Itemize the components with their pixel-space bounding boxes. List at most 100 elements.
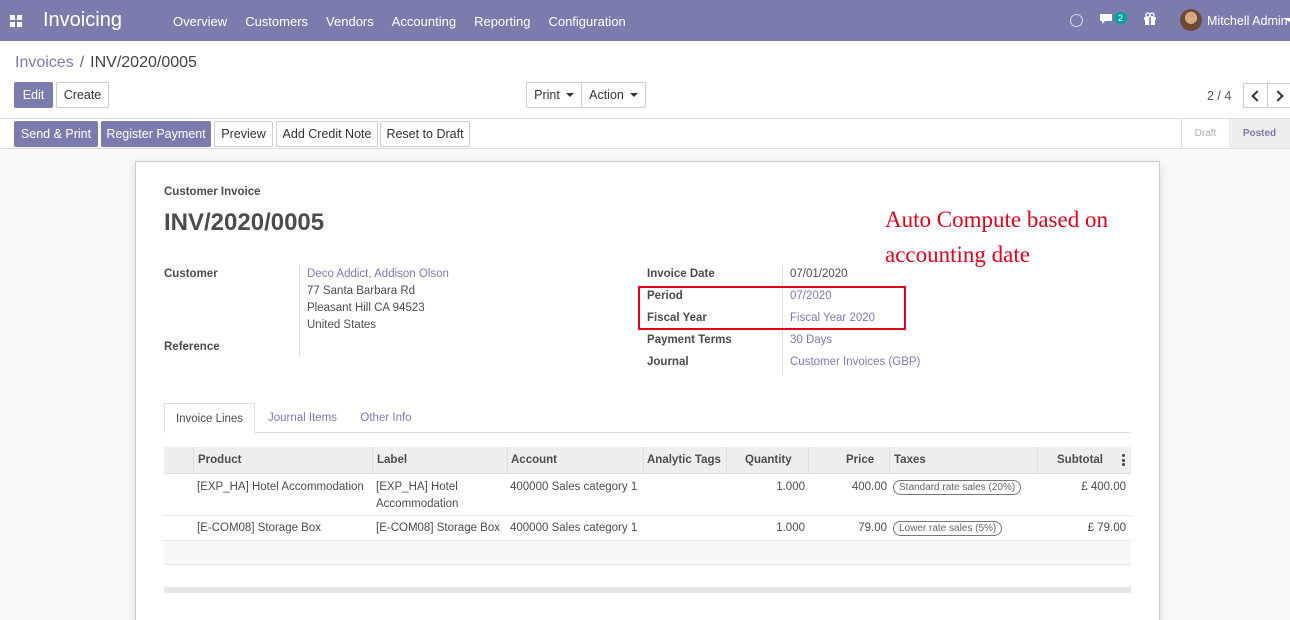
column-header-analytic-tags[interactable]: Analytic Tags — [647, 454, 721, 466]
cell-product[interactable]: [EXP_HA] Hotel Accommodation — [197, 479, 375, 496]
status-step-draft: Draft — [1181, 119, 1229, 148]
chevron-right-icon — [1272, 90, 1284, 102]
customer-label: Customer — [164, 268, 218, 280]
table-footer — [164, 587, 1131, 593]
column-separator — [193, 447, 194, 474]
tax-tag[interactable]: Standard rate sales (20%) — [893, 480, 1022, 495]
customer-address-street: 77 Santa Barbara Rd — [307, 285, 416, 297]
annotation-highlight-box — [638, 286, 906, 330]
column-header-taxes[interactable]: Taxes — [894, 454, 926, 466]
cell-subtotal: £ 400.00 — [1081, 481, 1126, 493]
reset-to-draft-button[interactable]: Reset to Draft — [380, 121, 470, 147]
tab-journal-items[interactable]: Journal Items — [261, 403, 344, 433]
register-payment-button[interactable]: Register Payment — [101, 121, 211, 147]
menu-item-accounting[interactable]: Accounting — [392, 14, 456, 29]
chat-count-badge: 2 — [1114, 12, 1128, 24]
tax-tag[interactable]: Lower rate sales (5%) — [893, 521, 1003, 536]
customer-field[interactable]: Deco Addict, Addison Olson — [307, 268, 449, 280]
cell-product[interactable]: [E-COM08] Storage Box — [197, 520, 375, 537]
main-menu: Overview Customers Vendors Accounting Re… — [173, 14, 644, 29]
column-separator — [372, 447, 373, 474]
cell-label[interactable]: [E-COM08] Storage Box — [376, 520, 506, 537]
column-header-price[interactable]: Price — [846, 454, 874, 466]
print-label: Print — [534, 88, 560, 102]
reference-label: Reference — [164, 341, 220, 353]
edit-button[interactable]: Edit — [14, 82, 53, 108]
pager-next-button[interactable] — [1267, 83, 1290, 108]
cell-account[interactable]: 400000 Sales category 1 — [510, 479, 645, 496]
action-caret-icon — [629, 93, 638, 97]
pager-previous-button[interactable] — [1243, 83, 1268, 108]
action-dropdown[interactable]: Action — [581, 82, 646, 108]
send-print-button[interactable]: Send & Print — [14, 121, 98, 147]
menu-item-overview[interactable]: Overview — [173, 14, 227, 29]
column-separator — [808, 447, 809, 474]
user-menu[interactable]: Mitchell Admin — [1207, 14, 1288, 28]
form-sheet: Customer Invoice INV/2020/0005 Auto Comp… — [135, 161, 1160, 620]
column-header-account[interactable]: Account — [511, 454, 557, 466]
control-panel: Invoices / INV/2020/0005 Edit Create Print… — [0, 41, 1290, 119]
breadcrumb: Invoices / INV/2020/0005 — [15, 54, 197, 72]
menu-item-customers[interactable]: Customers — [245, 14, 308, 29]
status-steps: Draft Posted — [1181, 119, 1290, 148]
table-row[interactable]: [EXP_HA] Hotel Accommodation [EXP_HA] Ho… — [164, 475, 1131, 516]
field-separator — [299, 266, 300, 356]
tab-invoice-lines[interactable]: Invoice Lines — [164, 403, 255, 433]
gift-icon[interactable] — [1143, 12, 1157, 26]
table-row[interactable]: [E-COM08] Storage Box [E-COM08] Storage … — [164, 517, 1131, 541]
breadcrumb-separator: / — [79, 54, 85, 71]
column-separator — [726, 447, 727, 474]
add-credit-note-button[interactable]: Add Credit Note — [276, 121, 378, 147]
print-caret-icon — [565, 93, 574, 97]
journal-label: Journal — [647, 356, 689, 368]
menu-item-configuration[interactable]: Configuration — [548, 14, 625, 29]
cell-label[interactable]: [EXP_HA] Hotel Accommodation — [376, 479, 506, 513]
statusbar: Send & Print Register Payment Preview Ad… — [0, 119, 1290, 149]
column-header-quantity[interactable]: Quantity — [745, 454, 792, 466]
invoice-type: Customer Invoice — [164, 186, 261, 198]
journal-field[interactable]: Customer Invoices (GBP) — [790, 356, 920, 368]
cell-quantity[interactable]: 1.000 — [727, 520, 805, 537]
top-navbar: Invoicing Overview Customers Vendors Acc… — [0, 0, 1290, 41]
cell-account[interactable]: 400000 Sales category 1 — [510, 520, 645, 537]
user-menu-caret-icon[interactable] — [1285, 18, 1290, 22]
column-separator — [643, 447, 644, 474]
user-avatar[interactable] — [1180, 9, 1202, 31]
column-separator — [1037, 447, 1038, 474]
invoice-number: INV/2020/0005 — [164, 209, 325, 236]
clock-icon[interactable] — [1070, 14, 1083, 27]
invoice-date-field[interactable]: 07/01/2020 — [790, 268, 848, 280]
notebook-tabs: Invoice Lines Journal Items Other Info — [164, 403, 1131, 433]
breadcrumb-current: INV/2020/0005 — [90, 54, 197, 71]
payment-terms-label: Payment Terms — [647, 334, 732, 346]
menu-item-vendors[interactable]: Vendors — [326, 14, 374, 29]
chevron-left-icon — [1251, 90, 1263, 102]
table-header: Product Label Account Analytic Tags Quan… — [164, 447, 1131, 474]
status-step-posted: Posted — [1229, 119, 1290, 148]
invoice-date-label: Invoice Date — [647, 268, 715, 280]
create-button[interactable]: Create — [56, 82, 109, 108]
column-header-product[interactable]: Product — [198, 454, 241, 466]
column-header-label[interactable]: Label — [377, 454, 407, 466]
column-separator — [889, 447, 890, 474]
payment-terms-field[interactable]: 30 Days — [790, 334, 832, 346]
menu-item-reporting[interactable]: Reporting — [474, 14, 530, 29]
apps-menu-icon[interactable] — [10, 15, 22, 27]
customer-address-city: Pleasant Hill CA 94523 — [307, 302, 425, 314]
print-dropdown[interactable]: Print — [526, 82, 582, 108]
annotation-note: Auto Compute based on accounting date — [885, 207, 1108, 267]
pager-value[interactable]: 2 / 4 — [1207, 89, 1231, 103]
breadcrumb-invoices-link[interactable]: Invoices — [15, 54, 74, 71]
cell-price[interactable]: 79.00 — [809, 520, 887, 537]
chat-icon[interactable] — [1100, 13, 1115, 25]
column-header-subtotal[interactable]: Subtotal — [1057, 454, 1103, 466]
preview-button[interactable]: Preview — [214, 121, 273, 147]
app-name[interactable]: Invoicing — [43, 9, 122, 32]
cell-price[interactable]: 400.00 — [809, 479, 887, 496]
optional-columns-icon[interactable] — [1122, 454, 1125, 466]
column-separator — [507, 447, 508, 474]
tab-other-info[interactable]: Other Info — [353, 403, 419, 433]
cell-quantity[interactable]: 1.000 — [727, 479, 805, 496]
customer-address-country: United States — [307, 319, 377, 331]
cell-subtotal: £ 79.00 — [1087, 522, 1126, 534]
